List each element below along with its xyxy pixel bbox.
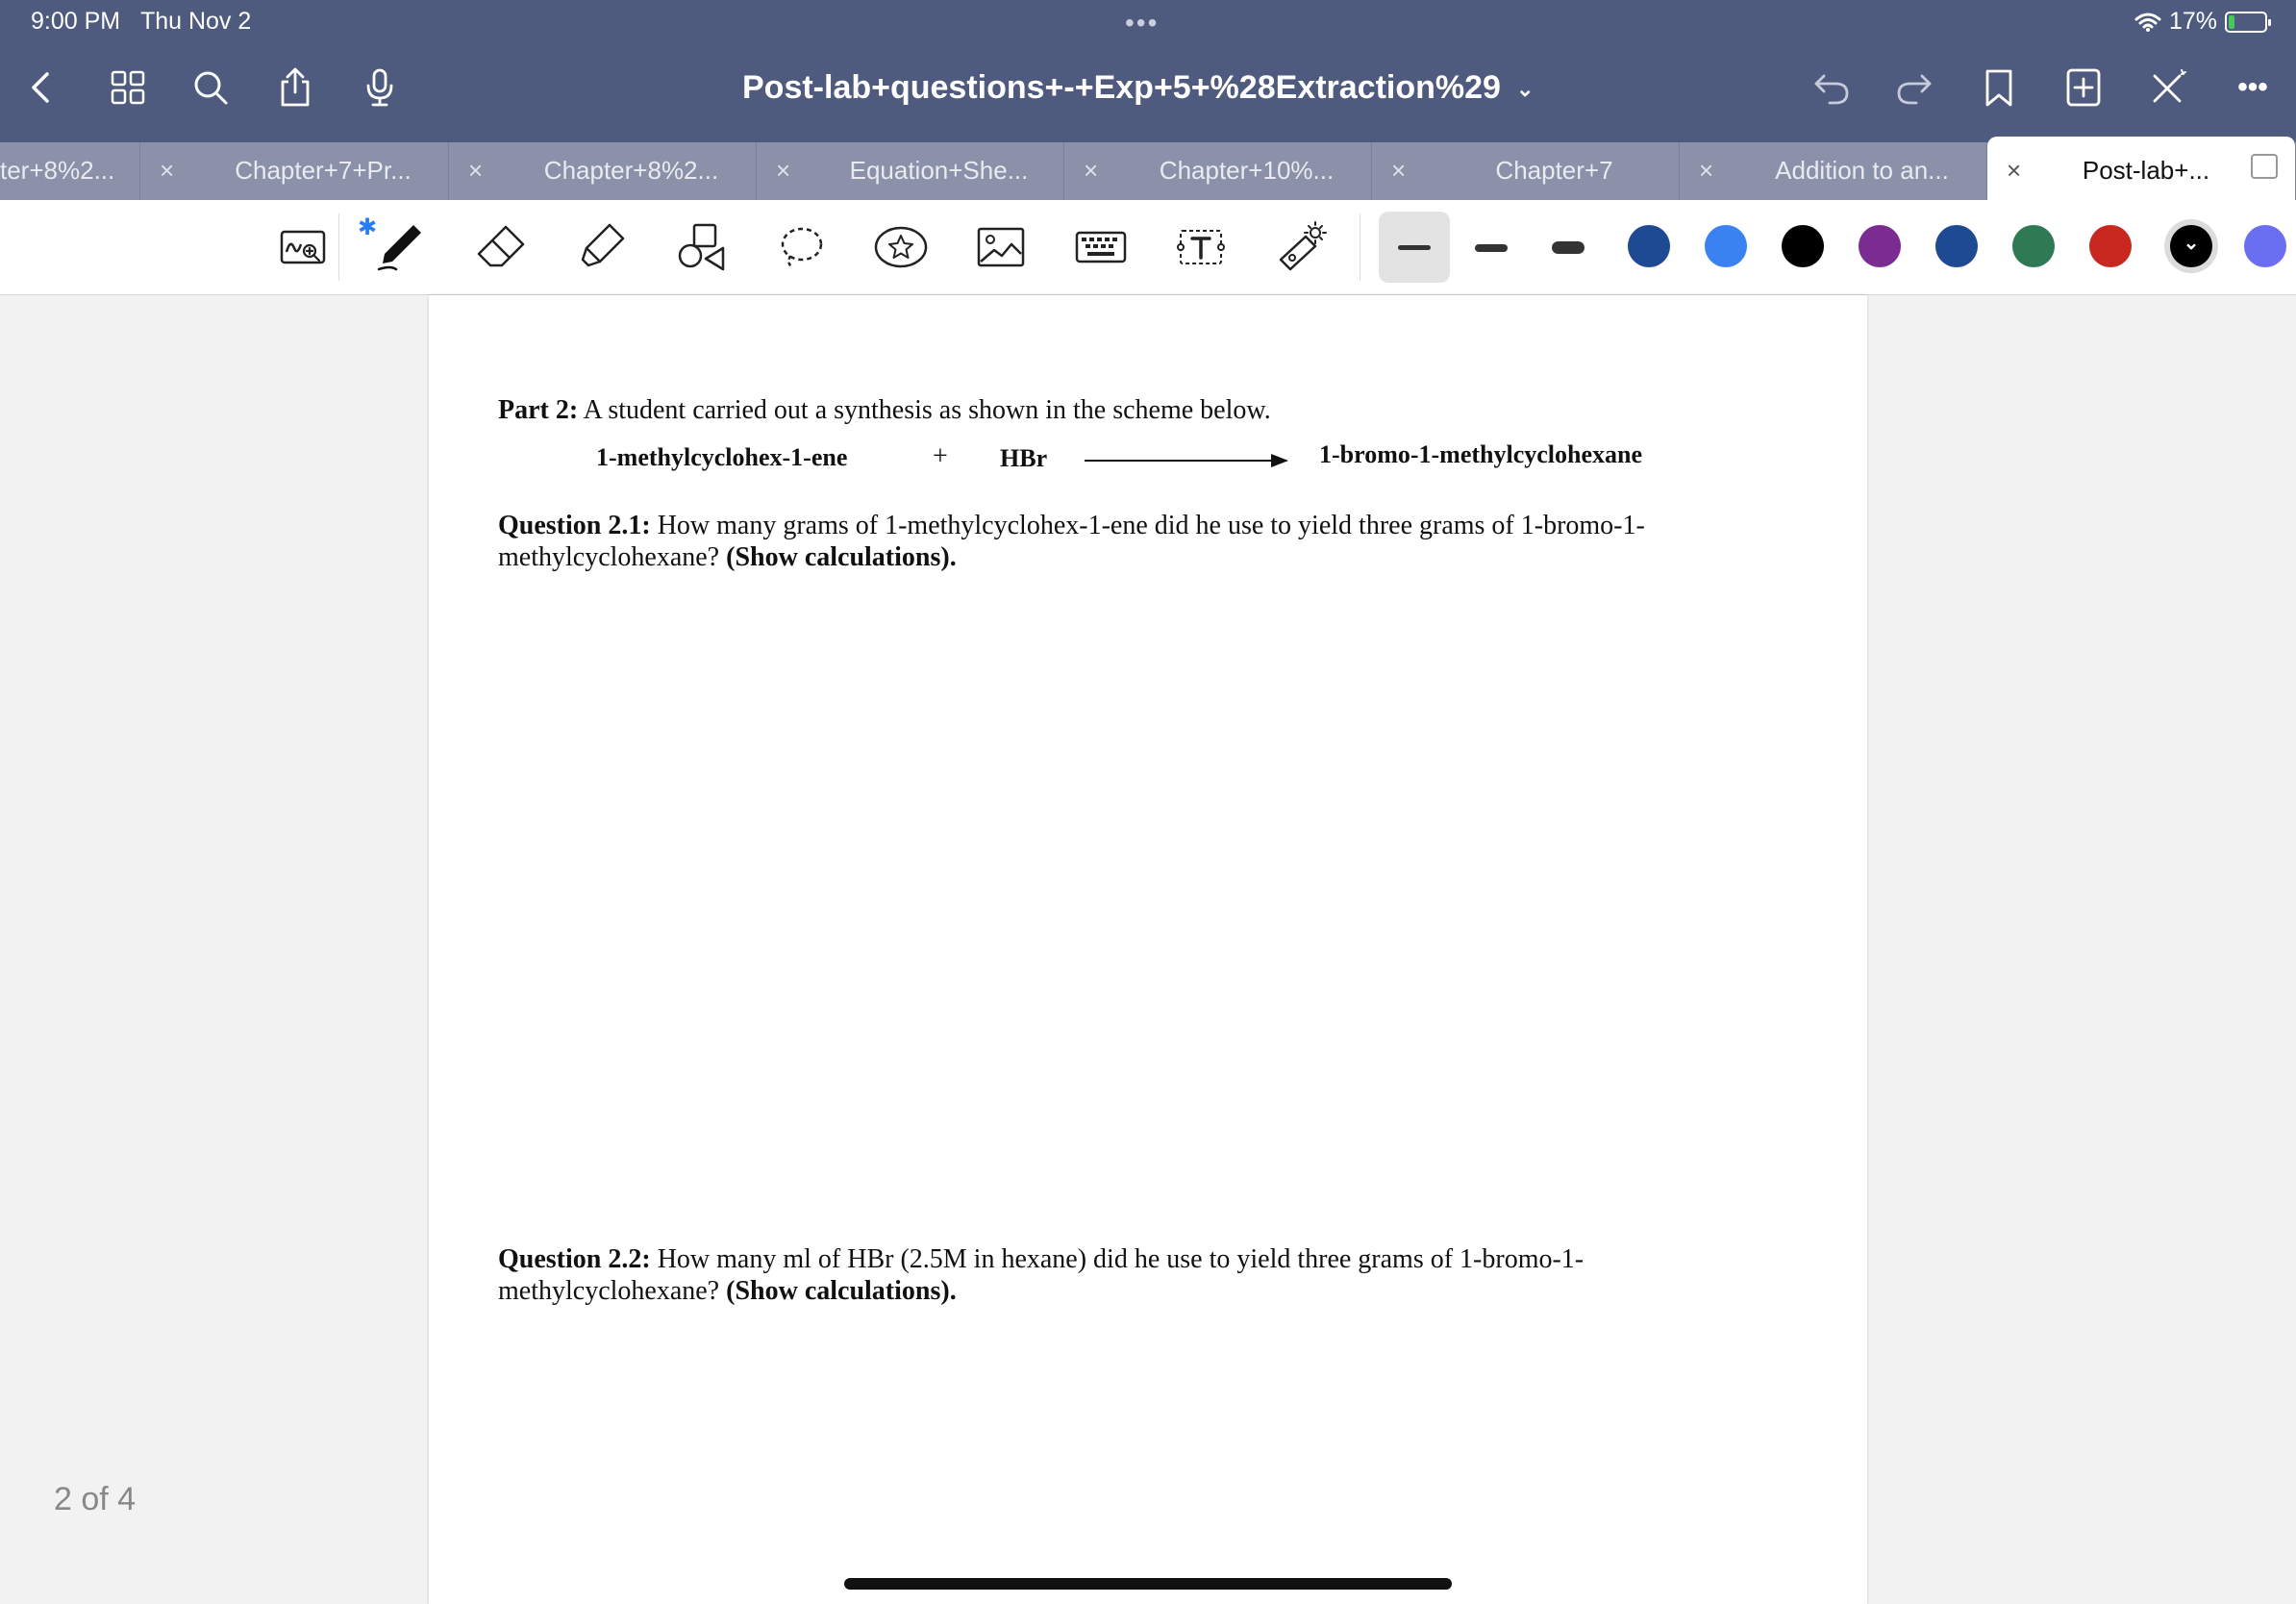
tab-close-icon[interactable]: × (2007, 156, 2021, 186)
tab-item[interactable]: × Chapter+7+Pr... (140, 142, 449, 200)
battery-percent: 17% (2168, 8, 2217, 35)
color-swatch-dark-blue[interactable] (1628, 225, 1670, 267)
pen-icon[interactable] (367, 215, 431, 279)
scheme-plus: + (933, 441, 948, 471)
highlighter-icon[interactable] (569, 215, 633, 279)
tab-label: Chapter+7 (1495, 156, 1613, 185)
color-swatch-blue[interactable] (1705, 225, 1747, 267)
tab-label: ter+8%2... (0, 156, 115, 185)
document-title[interactable]: Post-lab+questions+-+Exp+5+%28Extraction… (742, 69, 1534, 107)
add-page-icon[interactable] (2059, 63, 2108, 112)
grid-icon[interactable] (104, 63, 152, 112)
tab-item[interactable]: ter+8%2... (0, 142, 140, 200)
redo-icon[interactable] (1890, 63, 1938, 112)
scheme-product: 1-bromo-1-methylcyclohexane (1319, 440, 1643, 468)
back-chevron-icon[interactable] (17, 63, 65, 112)
tab-label: Post-lab+... (2082, 156, 2210, 185)
question-2-1-line2: methylcyclohexane? (Show calculations). (498, 542, 957, 572)
home-indicator[interactable] (844, 1578, 1452, 1590)
chevron-down-icon: ⌄ (2183, 232, 2200, 254)
scheme-reactant: 1-methylcyclohex-1-ene (596, 443, 848, 471)
eraser-icon[interactable] (469, 215, 533, 279)
document-page[interactable]: Part 2: A student carried out a synthesi… (429, 295, 1867, 1604)
color-swatch-red[interactable] (2089, 225, 2132, 267)
color-swatch-periwinkle[interactable] (2244, 225, 2286, 267)
question-2-2-line2: methylcyclohexane? (Show calculations). (498, 1276, 957, 1306)
tab-item[interactable]: × Chapter+8%2... (449, 142, 757, 200)
tab-label: Chapter+7+Pr... (235, 156, 412, 185)
tab-label: Chapter+10%... (1159, 156, 1335, 185)
tab-close-icon[interactable]: × (468, 156, 483, 186)
reaction-arrow (1085, 454, 1288, 467)
top-bar: 9:00 PM Thu Nov 2 ••• 17% Post-lab+quest… (0, 0, 2296, 142)
bookmark-icon[interactable] (1975, 63, 2023, 112)
search-icon[interactable] (187, 63, 235, 112)
status-right: 17% (2134, 8, 2271, 36)
question-2-1-line1: Question 2.1: How many grams of 1-methyl… (498, 511, 1645, 540)
part-heading: Part 2: A student carried out a synthesi… (498, 395, 1271, 425)
stroke-thick-button[interactable] (1552, 241, 1585, 254)
stroke-thin-button[interactable] (1398, 245, 1431, 250)
status-time: 9:00 PM Thu Nov 2 (31, 8, 252, 35)
tab-item[interactable]: × Chapter+7 (1372, 142, 1680, 200)
lasso-icon[interactable] (769, 215, 833, 279)
laser-pointer-icon[interactable] (1269, 215, 1333, 279)
tab-item[interactable]: × Chapter+10%... (1064, 142, 1372, 200)
tab-label: Addition to an... (1775, 156, 1949, 185)
drawing-toolbar: ✱ ⌄ (0, 200, 2296, 295)
wifi-icon (2134, 13, 2161, 32)
battery-fill (2229, 14, 2234, 29)
tab-bar: ter+8%2... × Chapter+7+Pr... × Chapter+8… (0, 137, 2296, 200)
tab-item[interactable]: × Addition to an... (1680, 142, 1987, 200)
battery-icon (2225, 11, 2271, 33)
tab-label: Equation+She... (849, 156, 1029, 185)
question-2-2-line1: Question 2.2: How many ml of HBr (2.5M i… (498, 1244, 1585, 1274)
tab-close-icon[interactable]: × (1699, 156, 1713, 186)
title-chevron-icon[interactable]: ⌄ (1516, 77, 1534, 101)
color-swatch-black[interactable] (1782, 225, 1824, 267)
text-box-icon[interactable] (1169, 215, 1233, 279)
share-icon[interactable] (271, 63, 319, 112)
tab-item[interactable]: × Equation+She... (757, 142, 1064, 200)
tab-item-active[interactable]: × Post-lab+... (1987, 137, 2296, 200)
split-view-icon[interactable] (2251, 154, 2278, 179)
color-swatch-black-selected[interactable]: ⌄ (2170, 225, 2212, 267)
tab-close-icon[interactable]: × (160, 156, 174, 186)
color-swatch-navy[interactable] (1935, 225, 1978, 267)
tab-label: Chapter+8%2... (543, 156, 719, 185)
handwriting-zoom-icon[interactable] (271, 215, 335, 279)
scheme-reagent: HBr (1000, 444, 1048, 472)
tab-close-icon[interactable]: × (1084, 156, 1098, 186)
microphone-icon[interactable] (356, 63, 404, 112)
page-indicator: 2 of 4 (54, 1481, 137, 1517)
tab-close-icon[interactable]: × (1391, 156, 1406, 186)
shapes-icon[interactable] (669, 215, 733, 279)
more-icon[interactable]: ••• (2229, 63, 2277, 112)
stroke-medium-button[interactable] (1475, 244, 1508, 252)
undo-icon[interactable] (1808, 63, 1856, 112)
keyboard-icon[interactable] (1069, 215, 1133, 279)
sticker-icon[interactable] (869, 215, 933, 279)
color-swatch-purple[interactable] (1859, 225, 1901, 267)
close-edit-icon[interactable] (2144, 63, 2192, 112)
tab-close-icon[interactable]: × (776, 156, 790, 186)
image-icon[interactable] (969, 215, 1033, 279)
color-swatch-green[interactable] (2012, 225, 2055, 267)
multitasking-dots[interactable]: ••• (1125, 8, 1159, 38)
